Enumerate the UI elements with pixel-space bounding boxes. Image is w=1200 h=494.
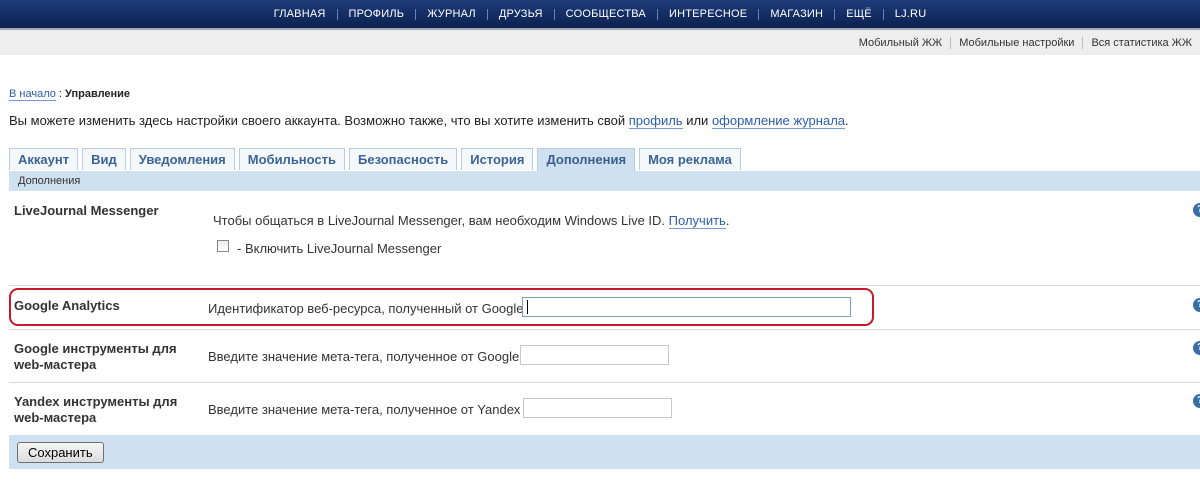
nav-item-shop[interactable]: МАГАЗИН bbox=[758, 8, 834, 20]
yandex-webmaster-input[interactable] bbox=[523, 398, 672, 418]
get-live-id-link[interactable]: Получить bbox=[668, 213, 726, 229]
nav-item-more[interactable]: ЕЩЁ bbox=[834, 8, 883, 20]
intro-or: или bbox=[686, 113, 709, 128]
section-header-bar: Дополнения bbox=[9, 171, 1200, 191]
top-nav: ГЛАВНАЯ ПРОФИЛЬ ЖУРНАЛ ДРУЗЬЯ СООБЩЕСТВА… bbox=[0, 0, 1200, 28]
breadcrumb-home-link[interactable]: В начало bbox=[9, 88, 56, 101]
help-icon[interactable]: ? bbox=[1193, 341, 1200, 355]
tab-security[interactable]: Безопасность bbox=[349, 148, 458, 170]
help-icon[interactable]: ? bbox=[1193, 203, 1200, 217]
messenger-checkbox-label: - Включить LiveJournal Messenger bbox=[237, 241, 442, 256]
sub-nav: Мобильный ЖЖ Мобильные настройки Вся ста… bbox=[0, 28, 1200, 55]
tab-mobility[interactable]: Мобильность bbox=[238, 148, 346, 170]
mobile-settings-link[interactable]: Мобильные настройки bbox=[950, 37, 1082, 49]
messenger-desc: Чтобы общаться в LiveJournal Messenger, … bbox=[213, 213, 666, 228]
yandex-webmaster-title-line1: Yandex инструменты для bbox=[14, 394, 178, 409]
save-bar: Сохранить bbox=[9, 435, 1200, 469]
intro-text-main: Вы можете изменить здесь настройки своег… bbox=[9, 113, 626, 128]
all-stats-link[interactable]: Вся статистика ЖЖ bbox=[1082, 37, 1200, 49]
nav-item-communities[interactable]: СООБЩЕСТВА bbox=[553, 8, 657, 20]
breadcrumb: В начало : Управление bbox=[9, 88, 131, 101]
nav-item-ljru[interactable]: LJ.RU bbox=[882, 8, 938, 20]
highlight-annotation bbox=[9, 288, 874, 326]
tab-notifications[interactable]: Уведомления bbox=[129, 148, 235, 170]
tab-addons[interactable]: Дополнения bbox=[537, 148, 636, 171]
yandex-webmaster-desc: Введите значение мета-тега, полученное о… bbox=[208, 402, 521, 417]
sub-nav-links: Мобильный ЖЖ Мобильные настройки Вся ста… bbox=[851, 37, 1200, 49]
breadcrumb-separator: : bbox=[58, 88, 62, 100]
nav-item-journal[interactable]: ЖУРНАЛ bbox=[415, 8, 487, 20]
save-button[interactable]: Сохранить bbox=[17, 442, 104, 463]
google-webmaster-input[interactable] bbox=[520, 345, 669, 365]
google-webmaster-title-line1: Google инструменты для bbox=[14, 341, 177, 356]
journal-design-link[interactable]: оформление журнала bbox=[711, 113, 846, 129]
tab-my-ads[interactable]: Моя реклама bbox=[639, 148, 741, 170]
row-divider bbox=[9, 285, 1200, 286]
messenger-enable-checkbox[interactable] bbox=[217, 240, 229, 252]
section-title: Дополнения bbox=[18, 175, 81, 187]
tab-history[interactable]: История bbox=[461, 148, 534, 170]
row-divider bbox=[9, 329, 1200, 330]
nav-item-interesting[interactable]: ИНТЕРЕСНОЕ bbox=[656, 8, 758, 20]
messenger-title: LiveJournal Messenger bbox=[14, 203, 159, 218]
nav-item-main[interactable]: ГЛАВНАЯ bbox=[263, 8, 337, 20]
tab-account[interactable]: Аккаунт bbox=[9, 148, 79, 170]
help-icon[interactable]: ? bbox=[1193, 394, 1200, 408]
yandex-webmaster-title: Yandex инструменты для web-мастера bbox=[14, 394, 177, 426]
settings-tabs: Аккаунт Вид Уведомления Мобильность Безо… bbox=[9, 148, 745, 171]
yandex-webmaster-title-line2: web-мастера bbox=[14, 410, 97, 425]
google-webmaster-desc: Введите значение мета-тега, полученное о… bbox=[208, 349, 520, 364]
messenger-period: . bbox=[725, 213, 730, 228]
google-webmaster-title-line2: web-мастера bbox=[14, 357, 97, 372]
tab-view[interactable]: Вид bbox=[82, 148, 126, 170]
google-webmaster-title: Google инструменты для web-мастера bbox=[14, 341, 177, 373]
mobile-lj-link[interactable]: Мобильный ЖЖ bbox=[851, 37, 951, 49]
help-icon[interactable]: ? bbox=[1193, 298, 1200, 312]
nav-item-friends[interactable]: ДРУЗЬЯ bbox=[486, 8, 554, 20]
profile-link[interactable]: профиль bbox=[628, 113, 683, 129]
messenger-desc-row: Чтобы общаться в LiveJournal Messenger, … bbox=[213, 213, 730, 229]
row-divider bbox=[9, 382, 1200, 383]
intro-text: Вы можете изменить здесь настройки своег… bbox=[9, 113, 849, 129]
nav-item-profile[interactable]: ПРОФИЛЬ bbox=[336, 8, 416, 20]
breadcrumb-current: Управление bbox=[65, 88, 131, 100]
intro-period: . bbox=[845, 113, 849, 128]
